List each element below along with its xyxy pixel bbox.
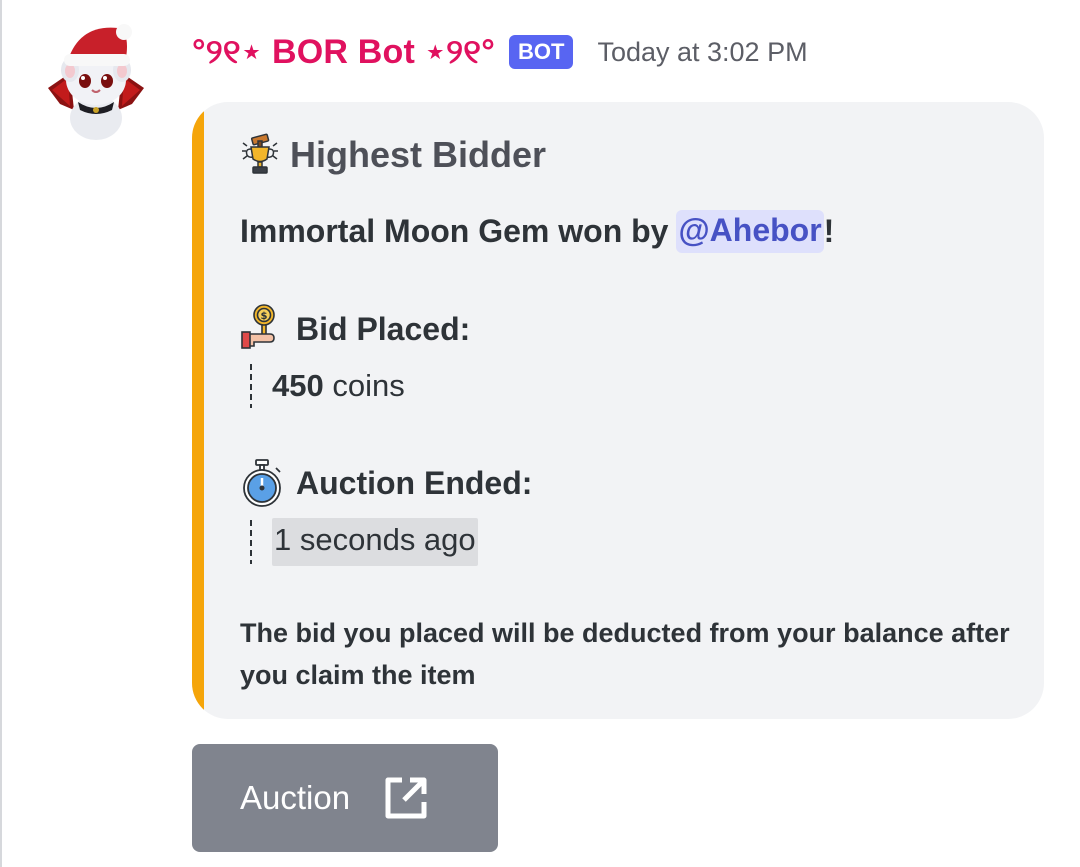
bid-amount-number: 450: [272, 368, 324, 403]
bot-badge: BOT: [509, 35, 574, 69]
hand-holding-coin-icon: $: [241, 304, 275, 349]
description-prefix: Immortal Moon Gem won by: [240, 213, 669, 249]
vampire-cat-santa-hat-avatar-icon: [48, 24, 144, 140]
field-branch-line: [250, 520, 252, 564]
message-timestamp[interactable]: Today at 3:02 PM: [597, 37, 807, 68]
bid-amount-unit: coins: [323, 368, 405, 403]
embed-description: Immortal Moon Gem won by @Ahebor!: [240, 210, 834, 253]
stopwatch-icon: [243, 459, 281, 507]
field-bid-placed-value: 450 coins: [250, 364, 405, 408]
message-header: °୨୧⋆ BOR Bot ⋆୨୧° BOT Today at 3:02 PM: [192, 26, 808, 78]
user-mention[interactable]: @Ahebor: [676, 210, 824, 253]
field-auction-ended-value: 1 seconds ago: [250, 518, 478, 566]
relative-timestamp[interactable]: 1 seconds ago: [272, 518, 478, 566]
trophy-gavel-icon: [242, 133, 278, 174]
external-link-icon: [385, 777, 427, 819]
bot-username[interactable]: °୨୧⋆ BOR Bot ⋆୨୧°: [192, 32, 495, 72]
field-auction-ended-name: Auction Ended:: [240, 458, 532, 508]
bot-avatar[interactable]: [40, 18, 152, 146]
bid-amount: 450 coins: [272, 368, 405, 404]
auction-button-label: Auction: [240, 779, 351, 816]
svg-text:$: $: [261, 311, 268, 322]
field-branch-line: [250, 364, 252, 408]
embed-footer-note: The bid you placed will be deducted from…: [240, 618, 1010, 690]
auction-embed: Highest Bidder Immortal Moon Gem won by …: [192, 102, 1044, 719]
embed-title: Highest Bidder: [240, 130, 546, 180]
embed-title-text: Highest Bidder: [290, 134, 547, 175]
embed-accent-bar: [192, 102, 204, 719]
description-suffix: !: [823, 213, 835, 249]
field-bid-placed-name: $ Bid Placed:: [240, 304, 470, 354]
auction-link-button[interactable]: Auction: [192, 744, 498, 852]
chat-left-border: [0, 0, 2, 867]
field-bid-placed-label: Bid Placed:: [296, 310, 471, 347]
field-auction-ended-label: Auction Ended:: [296, 464, 533, 501]
